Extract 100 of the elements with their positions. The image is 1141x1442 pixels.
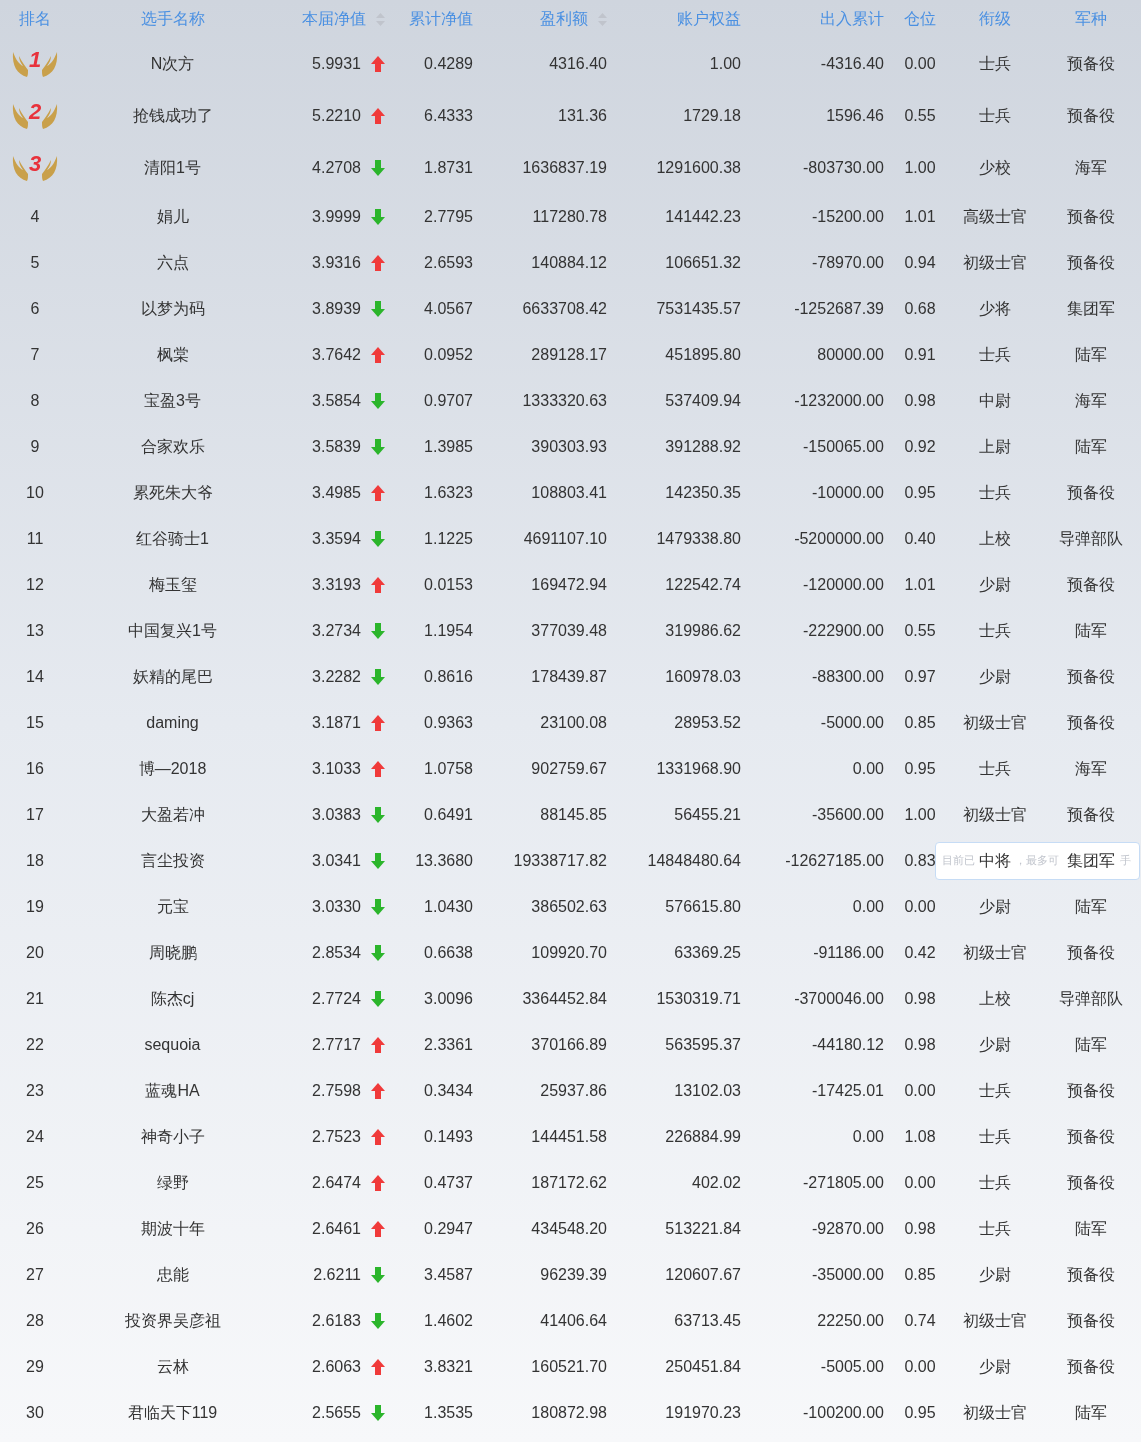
table-cell-text: 0.94 [904,253,936,273]
rank-number: 22 [26,1035,44,1055]
table-cell-text: 13102.03 [674,1081,741,1101]
table-cell-text: 1596.46 [826,106,884,126]
table-cell-text: 预备役 [1066,575,1115,595]
column-header[interactable]: 盈利额 [540,7,607,31]
table-cell-text: -5000.00 [820,713,884,733]
table-cell-text: 3.9316 [312,253,361,273]
table-cell-text: 390303.93 [531,437,607,457]
table-cell-text: 1291600.38 [656,158,741,178]
player-name: daming [146,713,199,733]
table-cell-text: 少将 [979,299,1011,319]
table-cell-text: -88300.00 [811,667,884,687]
wing-icon [10,154,29,182]
table-cell-text: 预备役 [1066,483,1115,503]
table-cell-text: 1729.18 [683,106,741,126]
table-cell-text: 预备役 [1066,54,1115,74]
rank-number: 28 [26,1311,44,1331]
table-cell-text: 0.00 [904,1357,936,1377]
table-cell-text: 0.40 [904,529,936,549]
table-cell-text: 2.7795 [424,207,473,227]
column-header[interactable]: 本届净值 [302,7,385,31]
rank-medal: 3 [10,153,60,183]
table-cell-text: 上校 [979,529,1011,549]
rank-number: 29 [26,1357,44,1377]
table-cell-text: 2.7717 [312,1035,361,1055]
player-name: 忠能 [156,1265,189,1285]
table-cell-text: 122542.74 [665,575,741,595]
table-cell-text: 高级士官 [963,207,1027,227]
rank-number: 10 [26,483,44,503]
table-cell-text: 2.7523 [312,1127,361,1147]
table-cell-text: 88145.85 [540,805,607,825]
table-cell-text: 士兵 [979,106,1011,126]
column-header[interactable]: 账户权益 [677,7,741,31]
table-cell-text: 3.8939 [312,299,361,319]
player-name: 抢钱成功了 [132,106,213,126]
table-cell-text: 0.2947 [424,1219,473,1239]
table-cell-text: 2.3361 [424,1035,473,1055]
table-cell-text: 6.4333 [424,106,473,126]
table-cell-text: 士兵 [979,1081,1011,1101]
wing-icon [10,102,29,130]
table-cell-text: 63369.25 [674,943,741,963]
table-cell-text: -222900.00 [803,621,884,641]
table-cell-text: 4.2708 [312,158,361,178]
player-name: 元宝 [156,897,189,917]
table-cell-text: 0.1493 [424,1127,473,1147]
table-cell-text: 上尉 [979,437,1011,457]
table-cell-text: 3.0341 [312,851,361,871]
table-cell-text: 63713.45 [674,1311,741,1331]
table-cell-text: 0.98 [904,989,936,1009]
column-header[interactable]: 衔级 [979,7,1011,31]
table-cell-text: 初级士官 [963,1311,1027,1331]
table-cell-text: 1.4602 [424,1311,473,1331]
column-header[interactable]: 累计净值 [409,7,473,31]
table-cell-text: 3.1033 [312,759,361,779]
rank-number: 23 [26,1081,44,1101]
wing-icon [41,50,60,78]
table-cell-text: 初级士官 [963,805,1027,825]
player-name: 云林 [156,1357,189,1377]
table-cell-text: -803730.00 [803,158,884,178]
table-cell-text: 0.00 [852,1127,884,1147]
table-cell-text: 13.3680 [415,851,473,871]
table-cell-text: 106651.32 [665,253,741,273]
table-cell-text: 4316.40 [549,54,607,74]
table-cell-text: 预备役 [1066,1127,1115,1147]
column-header[interactable]: 仓位 [904,7,936,31]
rank-number: 24 [26,1127,44,1147]
table-cell-text: 14848480.64 [647,851,741,871]
column-header[interactable]: 排名 [19,7,51,31]
table-cell-text: 少尉 [979,897,1011,917]
rank-number: 21 [26,989,44,1009]
table-cell-text: 289128.17 [531,345,607,365]
table-cell-text: 0.00 [904,1173,936,1193]
table-cell-text: 海军 [1074,391,1107,411]
table-cell-text: 集团军 [1066,851,1115,871]
table-cell-text: 预备役 [1066,207,1115,227]
player-name: 神奇小子 [140,1127,205,1147]
table-cell-text: 预备役 [1066,106,1115,126]
table-cell-text: 少尉 [979,1035,1011,1055]
table-cell-text: 0.00 [904,54,936,74]
table-cell-text: 3.1871 [312,713,361,733]
table-cell-text: 178439.87 [531,667,607,687]
table-cell-text: 1.0758 [424,759,473,779]
column-header[interactable]: 军种 [1074,7,1107,31]
table-cell-text: -5005.00 [820,1357,884,1377]
table-cell-text: 80000.00 [817,345,884,365]
column-header[interactable]: 选手名称 [140,7,205,31]
table-cell-text: 预备役 [1066,667,1115,687]
table-cell-text: 144451.58 [531,1127,607,1147]
table-cell-text: 370166.89 [531,1035,607,1055]
table-cell-text: 3.4587 [424,1265,473,1285]
player-name: 陈杰cj [150,989,195,1009]
column-header[interactable]: 出入累计 [820,7,884,31]
rank-number: 20 [26,943,44,963]
rank-number: 15 [26,713,44,733]
table-cell-text: 1.1225 [424,529,473,549]
player-name: 娟儿 [156,207,189,227]
rank-number: 13 [26,621,44,641]
table-cell-text: 预备役 [1066,805,1115,825]
table-cell-text: 1636837.19 [522,158,607,178]
